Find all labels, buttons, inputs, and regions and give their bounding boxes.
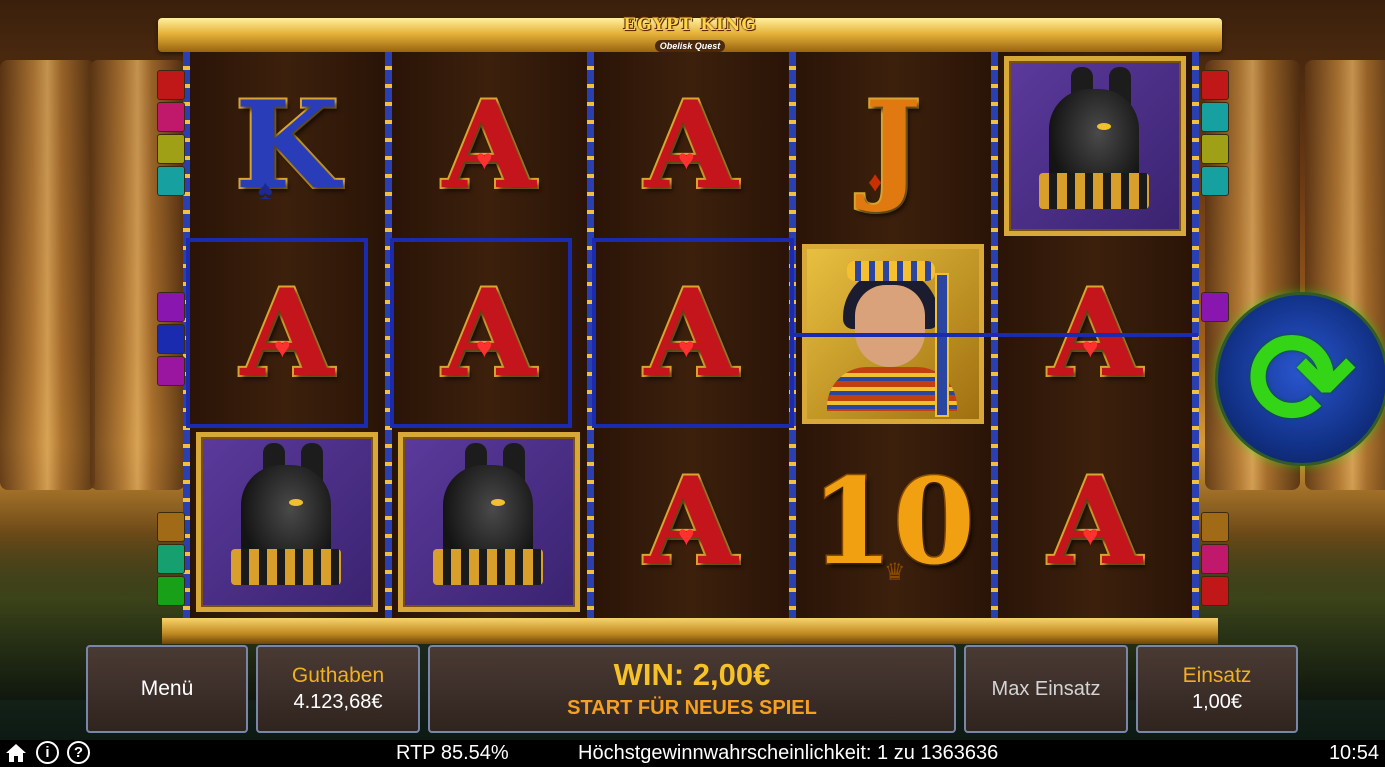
status-message: START FÜR NEUES SPIEL [567,697,817,719]
payline-marker [157,102,185,132]
bet-value: 1,00€ [1191,691,1243,713]
rtp-text: RTP 85.54% [396,742,509,764]
payline-marker [1201,292,1229,322]
home-icon[interactable] [4,741,28,765]
symbol-k-glyph: K [233,75,341,216]
bet-button[interactable]: Einsatz 1,00€ [1136,645,1298,733]
symbol-anubis [1000,56,1190,236]
refresh-icon: ⟳ [1247,303,1357,455]
anubis-icon [1004,56,1186,236]
diamond-icon: ♦ [868,166,883,197]
payline-marker [1201,70,1229,100]
win-highlight-box [592,238,794,428]
clock: 10:54 [1328,742,1379,764]
menu-label: Menü [140,677,194,700]
logo-title: EGYPT KING [623,15,757,35]
symbol-j: J ♦ [798,56,988,236]
balance-panel: Guthaben 4.123,68€ [256,645,420,733]
spin-button[interactable]: ⟳ [1215,292,1385,466]
anubis-icon [398,432,580,612]
symbol-anubis [394,432,584,612]
payline-marker [1201,134,1229,164]
payline-marker [157,134,185,164]
payline-marker [157,166,185,196]
logo-subtitle: Obelisk Quest [654,40,726,52]
symbol-a: A ♥ [596,56,786,236]
payline-marker [1201,544,1229,574]
heart-icon: ♥ [678,520,695,551]
menu-button[interactable]: Menü [86,645,248,733]
balance-value: 4.123,68€ [293,691,383,713]
symbol-a: A ♥ [394,56,584,236]
payline-marker [157,544,185,574]
payline-marker [157,356,185,386]
symbol-a: A ♥ [1000,432,1190,612]
payline-marker [157,70,185,100]
info-icon[interactable]: i [36,741,59,764]
reel-frame-bottom [162,618,1218,644]
payline-marker [157,324,185,354]
win-highlight-box [186,238,368,428]
heart-icon: ♥ [476,144,493,175]
anubis-icon [196,432,378,612]
help-icon[interactable]: ? [67,741,90,764]
temple-pillar [0,60,95,490]
payline-marker [157,576,185,606]
heart-icon: ♥ [678,144,695,175]
max-win-probability: Höchstgewinnwahrscheinlichkeit: 1 zu 136… [578,742,999,764]
heart-icon: ♥ [1082,520,1099,551]
status-bar: i ? RTP 85.54% Höchstgewinnwahrscheinlic… [0,740,1385,767]
spade-icon: ♠ [258,174,273,205]
payline-marker [1201,512,1229,542]
symbol-a: A ♥ [596,432,786,612]
win-line [793,333,1198,337]
crown-icon: ♛ [884,559,906,586]
bet-label: Einsatz [1182,664,1252,687]
symbol-k: K ♠ [192,56,382,236]
payline-marker [157,292,185,322]
game-logo: EGYPT KING Obelisk Quest [620,14,760,54]
symbol-ten: 10 ♛ [798,432,988,612]
payline-marker [157,512,185,542]
win-display: WIN: 2,00€ START FÜR NEUES SPIEL [428,645,956,733]
win-highlight-box [390,238,572,428]
max-bet-label: Max Einsatz [991,677,1101,700]
win-amount: WIN: 2,00€ [613,657,771,692]
balance-label: Guthaben [291,664,385,687]
status-icons: i ? [4,741,90,766]
symbol-anubis [192,432,382,612]
max-bet-button[interactable]: Max Einsatz [964,645,1128,733]
payline-marker [1201,102,1229,132]
payline-marker [1201,576,1229,606]
payline-marker [1201,166,1229,196]
